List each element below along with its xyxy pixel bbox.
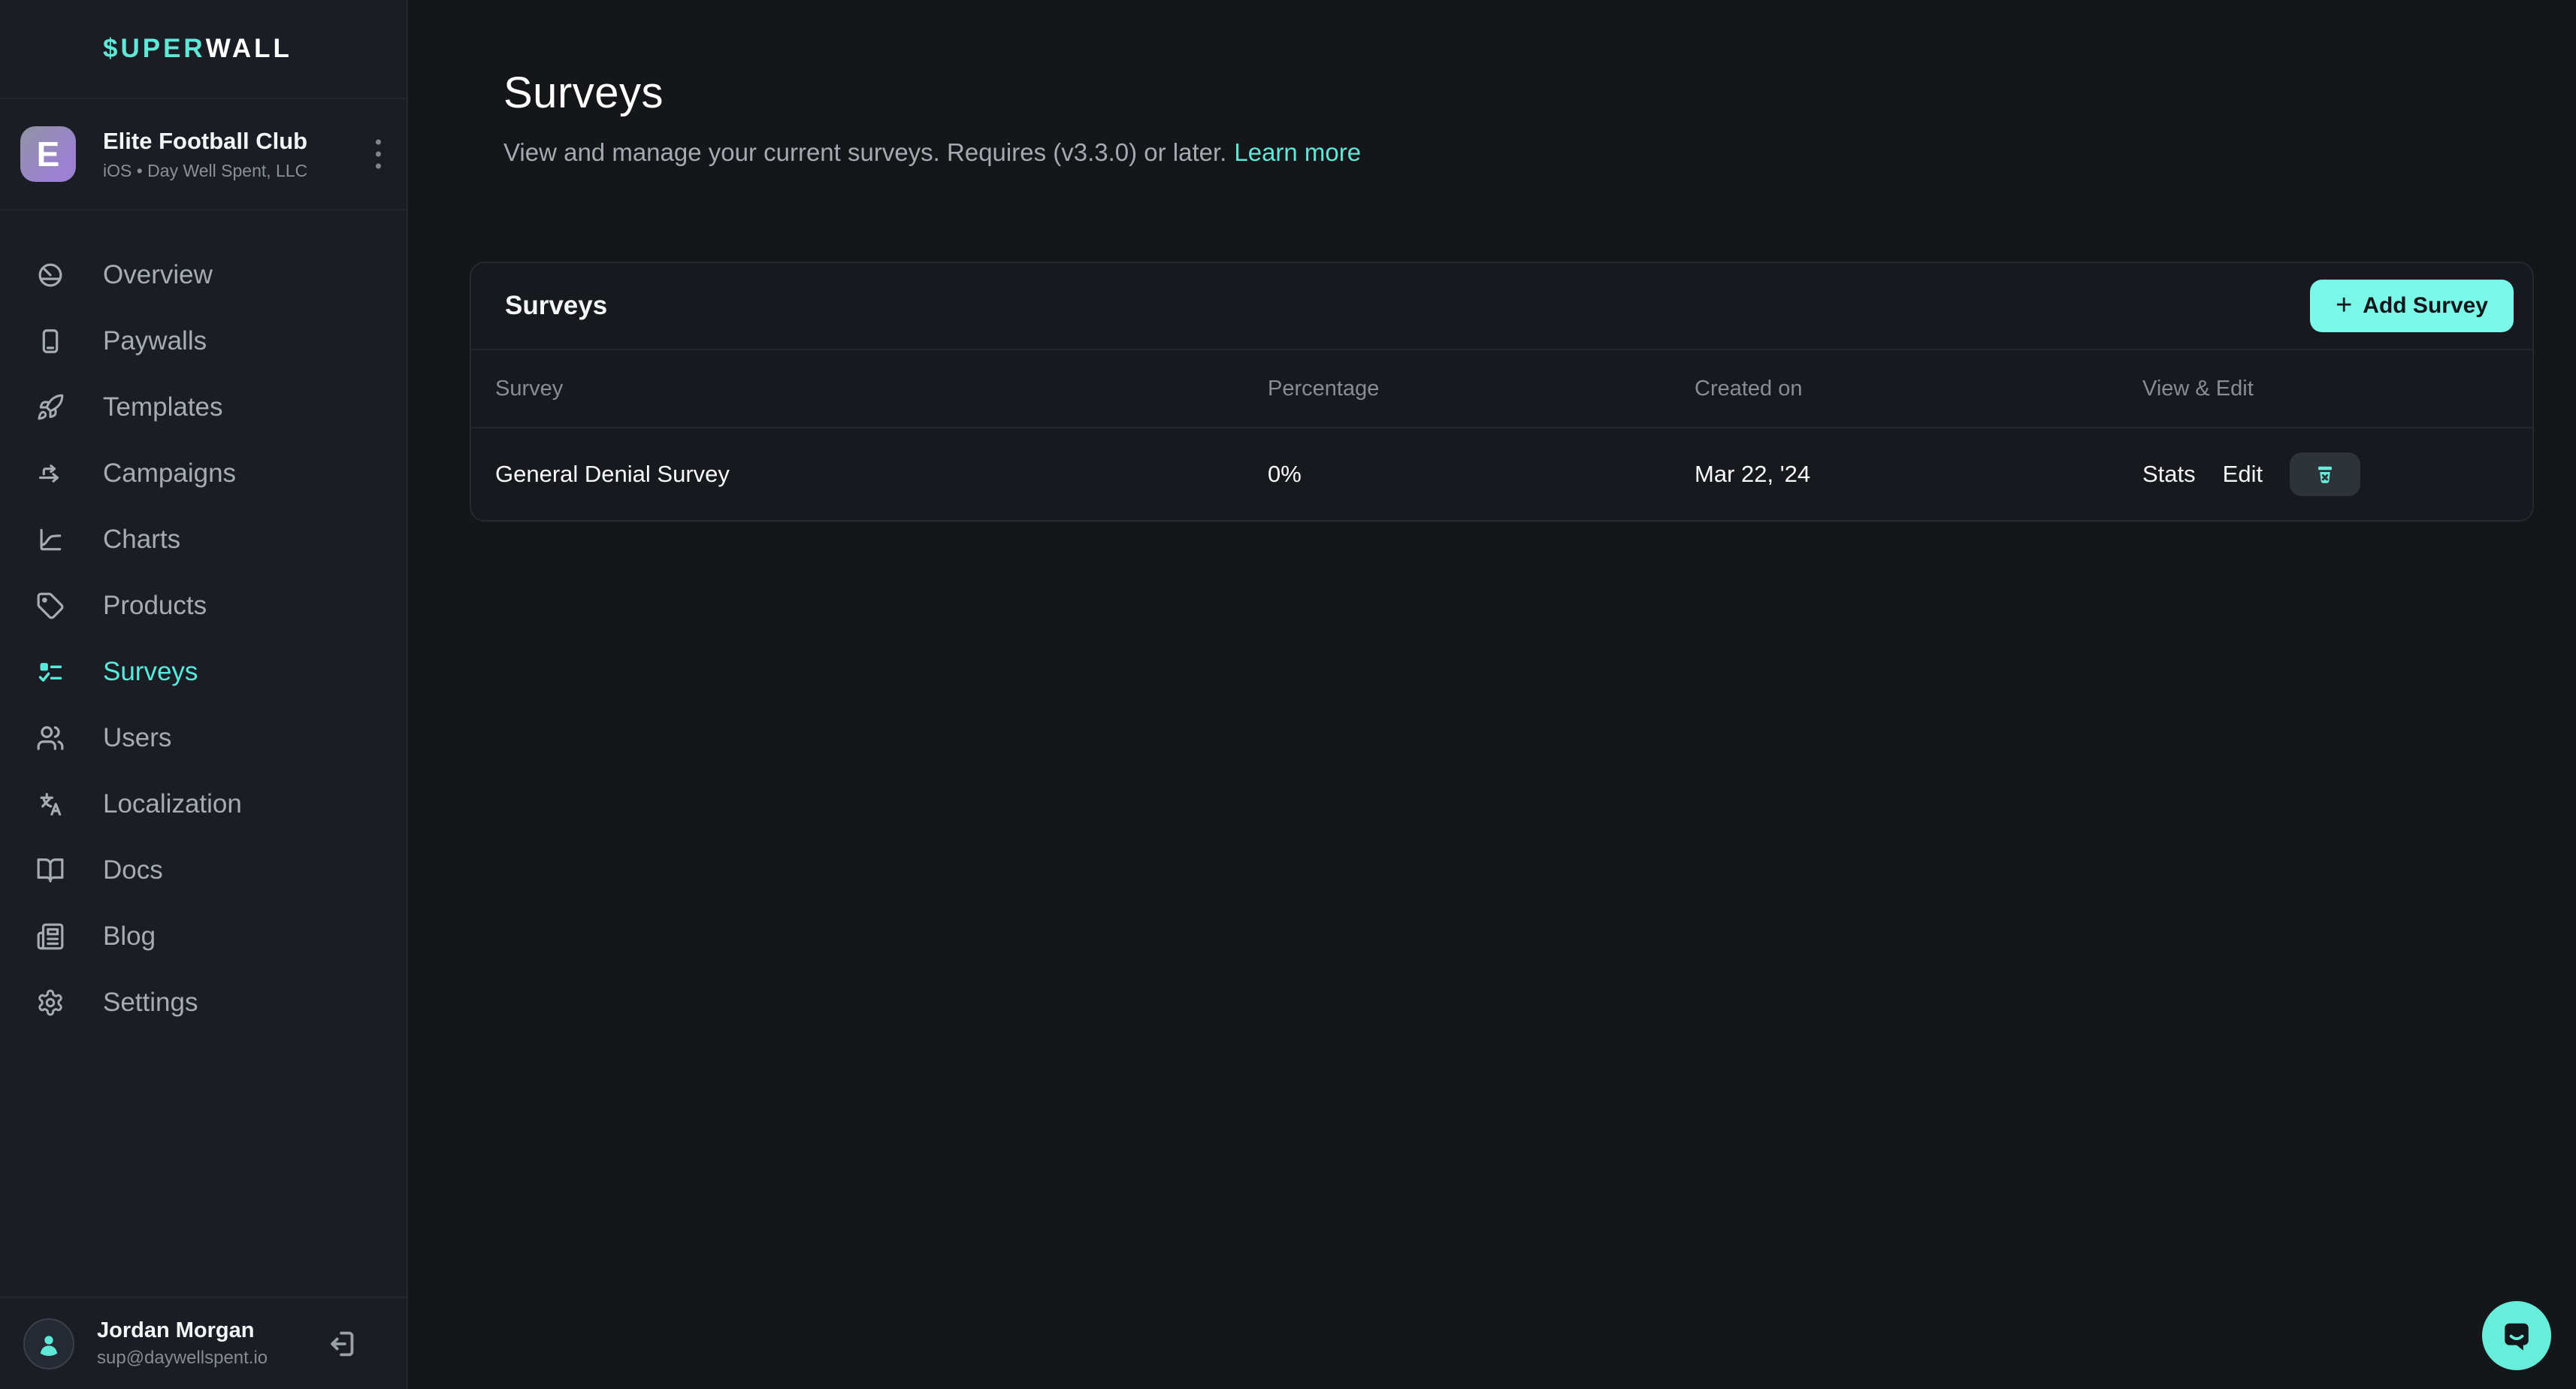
main-content: Surveys View and manage your current sur… <box>410 0 2576 1389</box>
brand-logo-rest: WALL <box>206 34 292 64</box>
products-icon <box>35 591 65 621</box>
overview-icon <box>35 260 65 290</box>
sidebar: $UPERWALL E Elite Football Club iOS • Da… <box>0 0 408 1389</box>
workspace-meta: iOS • Day Well Spent, LLC <box>103 161 307 181</box>
kebab-menu-icon[interactable] <box>370 134 387 175</box>
sidebar-item-settings[interactable]: Settings <box>0 970 407 1036</box>
sidebar-item-users[interactable]: Users <box>0 705 407 771</box>
add-survey-button[interactable]: + Add Survey <box>2310 280 2514 332</box>
sidebar-item-label: Charts <box>103 525 180 555</box>
page-header: Surveys View and manage your current sur… <box>503 69 2576 167</box>
campaigns-icon <box>35 458 65 489</box>
sidebar-item-products[interactable]: Products <box>0 573 407 639</box>
column-header-survey: Survey <box>495 377 1268 401</box>
delete-survey-button[interactable] <box>2290 452 2360 496</box>
workspace-switcher[interactable]: E Elite Football Club iOS • Day Well Spe… <box>0 99 407 210</box>
templates-icon <box>35 392 65 422</box>
localization-icon <box>35 789 65 819</box>
column-header-percentage: Percentage <box>1268 377 1695 401</box>
sidebar-item-label: Settings <box>103 988 198 1018</box>
workspace-name: Elite Football Club <box>103 128 307 155</box>
sidebar-item-label: Users <box>103 723 171 753</box>
plus-icon: + <box>2336 291 2352 319</box>
created-on-cell: Mar 22, '24 <box>1695 461 2142 488</box>
sidebar-item-docs[interactable]: Docs <box>0 837 407 903</box>
settings-icon <box>35 988 65 1018</box>
sidebar-item-campaigns[interactable]: Campaigns <box>0 440 407 507</box>
page-subtitle-text: View and manage your current surveys. Re… <box>503 138 1226 166</box>
table-row: General Denial Survey 0% Mar 22, '24 Sta… <box>471 428 2532 520</box>
panel-title: Surveys <box>505 291 607 321</box>
user-email: sup@daywellspent.io <box>97 1348 268 1369</box>
percentage-cell: 0% <box>1268 461 1695 488</box>
page-title: Surveys <box>503 69 2576 117</box>
table-header-row: Survey Percentage Created on View & Edit <box>471 350 2532 428</box>
sidebar-item-charts[interactable]: Charts <box>0 507 407 573</box>
sidebar-item-blog[interactable]: Blog <box>0 903 407 970</box>
workspace-avatar: E <box>20 126 76 182</box>
charts-icon <box>35 525 65 555</box>
learn-more-link[interactable]: Learn more <box>1234 138 1361 166</box>
stats-link[interactable]: Stats <box>2142 461 2196 488</box>
user-footer: Jordan Morgan sup@daywellspent.io <box>0 1297 407 1389</box>
sidebar-item-label: Surveys <box>103 657 198 687</box>
brand-logo-accent: $UPER <box>103 34 206 64</box>
person-icon <box>34 1329 64 1359</box>
column-header-view-edit: View & Edit <box>2142 377 2532 401</box>
paywalls-icon <box>35 326 65 356</box>
sidebar-item-overview[interactable]: Overview <box>0 242 407 308</box>
trash-icon <box>2311 461 2339 488</box>
add-survey-label: Add Survey <box>2363 293 2488 319</box>
sidebar-item-localization[interactable]: Localization <box>0 771 407 837</box>
surveys-icon <box>35 657 65 687</box>
chat-bubble-icon <box>2496 1315 2537 1356</box>
user-avatar[interactable] <box>23 1318 74 1369</box>
sidebar-item-label: Docs <box>103 855 163 885</box>
sidebar-item-label: Paywalls <box>103 326 207 356</box>
sidebar-item-paywalls[interactable]: Paywalls <box>0 308 407 374</box>
column-header-created-on: Created on <box>1695 377 2142 401</box>
chat-launcher-button[interactable] <box>2482 1301 2551 1370</box>
surveys-panel-header: Surveys + Add Survey <box>471 263 2532 350</box>
logout-icon[interactable] <box>325 1327 360 1361</box>
user-name: Jordan Morgan <box>97 1318 268 1343</box>
sidebar-item-label: Overview <box>103 260 213 290</box>
sidebar-nav: Overview Paywalls Templates <box>0 210 407 1036</box>
sidebar-item-label: Localization <box>103 789 242 819</box>
survey-name-cell: General Denial Survey <box>495 461 1268 488</box>
row-actions: Stats Edit <box>2142 452 2532 496</box>
sidebar-item-label: Templates <box>103 392 223 422</box>
user-info: Jordan Morgan sup@daywellspent.io <box>97 1318 268 1369</box>
sidebar-item-label: Blog <box>103 921 156 952</box>
blog-icon <box>35 921 65 952</box>
edit-link[interactable]: Edit <box>2223 461 2263 488</box>
sidebar-item-label: Campaigns <box>103 458 236 489</box>
workspace-info: Elite Football Club iOS • Day Well Spent… <box>103 128 307 181</box>
sidebar-item-surveys[interactable]: Surveys <box>0 639 407 705</box>
sidebar-item-label: Products <box>103 591 207 621</box>
docs-icon <box>35 855 65 885</box>
brand-logo: $UPERWALL <box>0 0 407 99</box>
surveys-panel: Surveys + Add Survey Survey Percentage C… <box>470 262 2534 522</box>
page-subtitle: View and manage your current surveys. Re… <box>503 138 2576 167</box>
users-icon <box>35 723 65 753</box>
sidebar-item-templates[interactable]: Templates <box>0 374 407 440</box>
